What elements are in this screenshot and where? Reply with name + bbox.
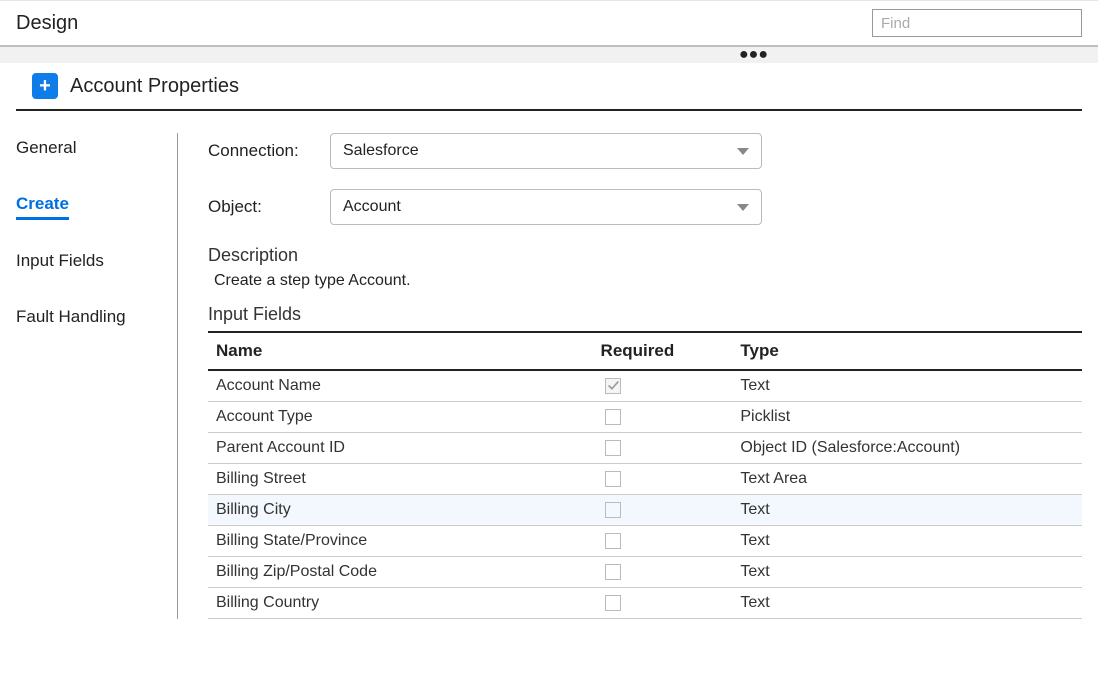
content-area: General Create Input Fields Fault Handli…: [0, 111, 1098, 619]
cell-name: Account Name: [208, 370, 593, 402]
description-text: Create a step type Account.: [214, 272, 1082, 290]
table-row[interactable]: Billing State/Province Text: [208, 526, 1082, 557]
connection-select[interactable]: Salesforce: [330, 133, 762, 169]
input-fields-label: Input Fields: [208, 304, 1082, 325]
required-checkbox: [605, 378, 621, 394]
cell-required: [593, 370, 733, 402]
cell-name: Billing Street: [208, 464, 593, 495]
cell-type: Picklist: [732, 402, 1082, 433]
tab-fault-handling[interactable]: Fault Handling: [16, 302, 126, 332]
cell-type: Text: [732, 495, 1082, 526]
cell-required: [593, 433, 733, 464]
cell-type: Text: [732, 526, 1082, 557]
tab-input-fields[interactable]: Input Fields: [16, 246, 104, 276]
cell-required: [593, 402, 733, 433]
cell-name: Billing Country: [208, 588, 593, 619]
col-header-required[interactable]: Required: [593, 332, 733, 370]
cell-type: Text: [732, 588, 1082, 619]
cell-required: [593, 495, 733, 526]
more-icon[interactable]: ●●●: [739, 46, 768, 64]
tabs-sidebar: General Create Input Fields Fault Handli…: [16, 133, 178, 619]
object-row: Object: Account: [208, 189, 1082, 225]
page-title: Design: [16, 12, 78, 35]
required-checkbox[interactable]: [605, 471, 621, 487]
connection-value: Salesforce: [343, 142, 419, 160]
cell-name: Billing City: [208, 495, 593, 526]
main-panel: Connection: Salesforce Object: Account D…: [178, 133, 1082, 619]
table-row[interactable]: Billing Zip/Postal Code Text: [208, 557, 1082, 588]
required-checkbox[interactable]: [605, 409, 621, 425]
panel-title: Account Properties: [70, 75, 239, 98]
object-value: Account: [343, 198, 401, 216]
divider-strip: ●●●: [0, 45, 1098, 63]
chevron-down-icon: [737, 148, 749, 155]
required-checkbox[interactable]: [605, 564, 621, 580]
cell-type: Text Area: [732, 464, 1082, 495]
cell-name: Parent Account ID: [208, 433, 593, 464]
find-input[interactable]: [872, 9, 1082, 37]
col-header-type[interactable]: Type: [732, 332, 1082, 370]
cell-required: [593, 464, 733, 495]
cell-type: Text: [732, 370, 1082, 402]
tab-create[interactable]: Create: [16, 189, 69, 220]
table-row[interactable]: Billing Country Text: [208, 588, 1082, 619]
cell-name: Account Type: [208, 402, 593, 433]
cell-required: [593, 557, 733, 588]
connection-label: Connection:: [208, 141, 330, 161]
plus-icon[interactable]: +: [32, 73, 58, 99]
table-row[interactable]: Account Type Picklist: [208, 402, 1082, 433]
cell-type: Object ID (Salesforce:Account): [732, 433, 1082, 464]
panel-header: + Account Properties: [16, 63, 1082, 111]
table-row[interactable]: Parent Account ID Object ID (Salesforce:A…: [208, 433, 1082, 464]
cell-name: Billing State/Province: [208, 526, 593, 557]
table-row[interactable]: Billing Street Text Area: [208, 464, 1082, 495]
tab-general[interactable]: General: [16, 133, 76, 163]
object-label: Object:: [208, 197, 330, 217]
cell-required: [593, 526, 733, 557]
description-label: Description: [208, 245, 1082, 266]
required-checkbox[interactable]: [605, 440, 621, 456]
object-select[interactable]: Account: [330, 189, 762, 225]
cell-type: Text: [732, 557, 1082, 588]
cell-name: Billing Zip/Postal Code: [208, 557, 593, 588]
required-checkbox[interactable]: [605, 595, 621, 611]
table-row[interactable]: Account Name Text: [208, 370, 1082, 402]
required-checkbox[interactable]: [605, 502, 621, 518]
required-checkbox[interactable]: [605, 533, 621, 549]
cell-required: [593, 588, 733, 619]
top-bar: Design: [0, 0, 1098, 45]
chevron-down-icon: [737, 204, 749, 211]
connection-row: Connection: Salesforce: [208, 133, 1082, 169]
input-fields-table: Name Required Type Account NameTextAccou…: [208, 331, 1082, 619]
table-row[interactable]: Billing City Text: [208, 495, 1082, 526]
col-header-name[interactable]: Name: [208, 332, 593, 370]
